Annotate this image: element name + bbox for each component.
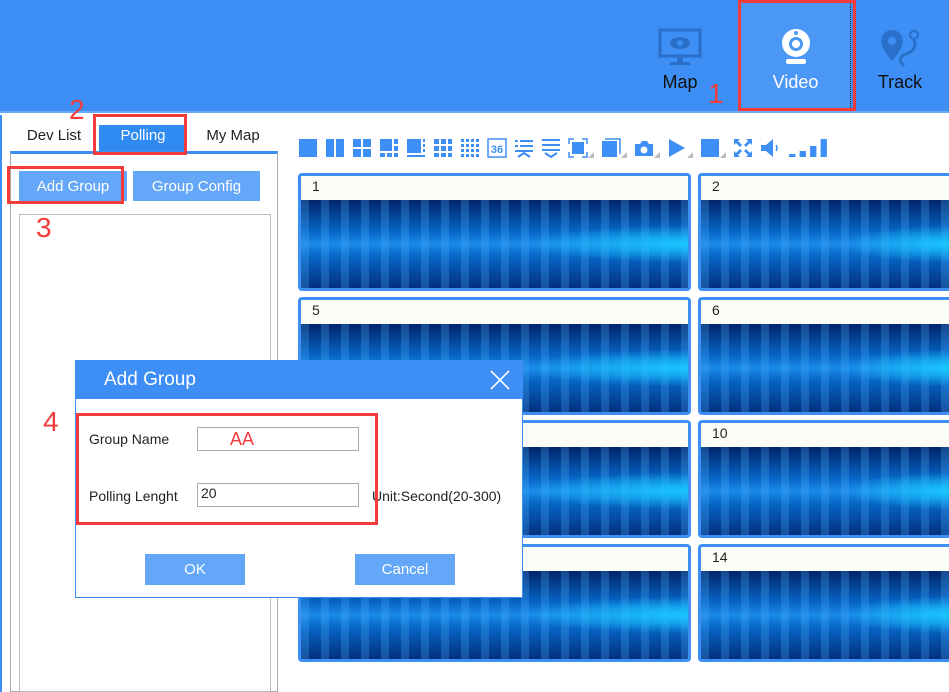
tile-number: 6 bbox=[712, 302, 720, 318]
polling-length-input[interactable]: 20 bbox=[197, 483, 359, 507]
camera-snapshot-icon[interactable] bbox=[634, 138, 660, 158]
layout-36-icon[interactable]: 36 bbox=[487, 138, 507, 158]
window-icon[interactable] bbox=[601, 138, 627, 158]
layout-9-icon[interactable] bbox=[433, 138, 453, 158]
tile-number: 1 bbox=[312, 178, 320, 194]
video-tile[interactable]: 14 bbox=[698, 544, 949, 662]
webcam-icon bbox=[781, 29, 810, 64]
video-tile[interactable]: 2 bbox=[698, 173, 949, 291]
signal-icon[interactable] bbox=[787, 138, 829, 158]
unit-hint: Unit:Second(20-300) bbox=[372, 488, 502, 504]
close-icon[interactable] bbox=[490, 370, 510, 390]
play-icon[interactable] bbox=[667, 138, 693, 158]
route-pin-icon bbox=[881, 30, 919, 68]
monitor-eye-icon bbox=[658, 28, 702, 65]
list-collapse-icon[interactable] bbox=[541, 138, 561, 158]
group-config-button[interactable]: Group Config bbox=[133, 171, 260, 201]
stop-icon[interactable] bbox=[700, 138, 726, 158]
annotation-number: 2 bbox=[69, 94, 85, 125]
tab-my-map[interactable]: My Map bbox=[200, 125, 266, 153]
video-tile[interactable]: 10 bbox=[698, 420, 949, 538]
dialog-header: Add Group bbox=[76, 361, 522, 399]
layout-1-icon[interactable] bbox=[298, 138, 318, 158]
annotation-number: 4 bbox=[43, 406, 59, 437]
tab-dev-list[interactable]: Dev List bbox=[22, 125, 86, 153]
group-name-input[interactable]: AA bbox=[197, 427, 359, 451]
layout-2-icon[interactable] bbox=[325, 138, 345, 158]
list-expand-icon[interactable] bbox=[514, 138, 534, 158]
annotation-number: 1 bbox=[708, 78, 724, 109]
video-tile[interactable]: 6 bbox=[698, 297, 949, 415]
annotation-number: 3 bbox=[36, 212, 52, 243]
add-group-dialog: Add Group Group Name AA Polling Lenght 2… bbox=[75, 360, 523, 598]
tab-polling[interactable]: Polling bbox=[99, 125, 187, 153]
nav-label: Track bbox=[877, 72, 923, 92]
nav-track[interactable]: Track bbox=[851, 0, 949, 110]
fullscreen-icon[interactable] bbox=[733, 138, 753, 158]
tile-number: 2 bbox=[712, 178, 720, 194]
video-placeholder bbox=[301, 200, 688, 288]
video-placeholder bbox=[701, 571, 949, 659]
layout-8-icon[interactable] bbox=[406, 138, 426, 158]
top-nav-bar: Map Video Track bbox=[0, 0, 949, 113]
tile-number: 14 bbox=[712, 549, 728, 565]
tile-number: 10 bbox=[712, 425, 728, 441]
video-tile[interactable]: 1 bbox=[298, 173, 691, 291]
nav-video[interactable]: Video bbox=[741, 0, 851, 110]
group-name-label: Group Name bbox=[89, 431, 170, 447]
video-placeholder bbox=[701, 200, 949, 288]
layout-6-icon[interactable] bbox=[379, 138, 399, 158]
tile-number: 5 bbox=[312, 302, 320, 318]
volume-icon[interactable] bbox=[760, 138, 780, 158]
video-toolbar: 36 bbox=[298, 136, 829, 160]
video-placeholder bbox=[701, 447, 949, 535]
ok-button[interactable]: OK bbox=[145, 554, 245, 585]
layout-16-icon[interactable] bbox=[460, 138, 480, 158]
add-group-button[interactable]: Add Group bbox=[19, 171, 127, 201]
video-placeholder bbox=[701, 324, 949, 412]
nav-label: Video bbox=[772, 72, 819, 92]
cancel-button[interactable]: Cancel bbox=[355, 554, 455, 585]
svg-text:36: 36 bbox=[491, 144, 503, 156]
dialog-title: Add Group bbox=[104, 369, 196, 390]
polling-length-label: Polling Lenght bbox=[89, 488, 178, 504]
layout-4-icon[interactable] bbox=[352, 138, 372, 158]
fit-screen-icon[interactable] bbox=[568, 138, 594, 158]
